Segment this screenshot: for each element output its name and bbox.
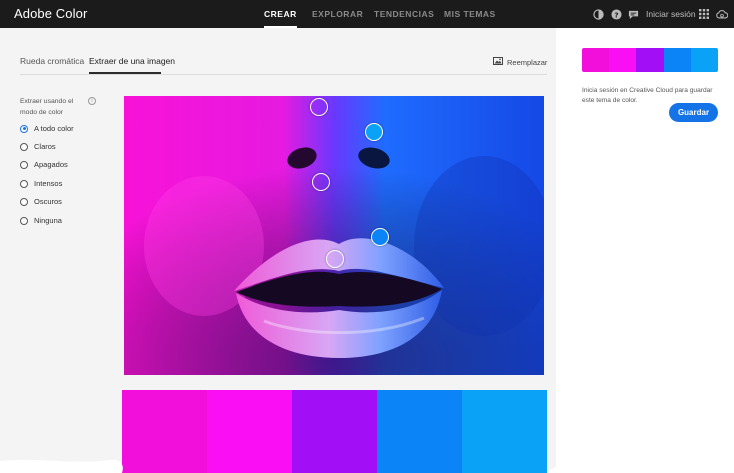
contrast-icon[interactable] [592,8,604,20]
info-icon[interactable]: i [88,97,96,105]
radio-selected-icon[interactable] [20,124,28,133]
mode-option-label: Intensos [34,179,63,188]
creative-cloud-icon[interactable] [716,8,728,20]
mode-option-label: A todo color [34,124,74,133]
app-title[interactable]: Adobe Color [14,6,87,21]
mode-option-apagados[interactable]: Apagados [20,160,68,169]
mode-option-label: Ninguna [34,216,62,225]
color-picker-handle-2[interactable] [365,123,383,141]
color-picker-handle-4[interactable] [371,228,389,246]
torn-edge-decoration [0,459,734,473]
replace-label: Reemplazar [507,57,548,67]
theme-preview-swatches [582,48,718,72]
mode-option-label: Claros [34,142,56,151]
mode-option-ninguna[interactable]: Ninguna [20,216,62,225]
radio-icon[interactable] [20,160,28,169]
apps-grid-icon[interactable] [698,8,710,20]
radio-icon[interactable] [20,216,28,225]
radio-icon[interactable] [20,197,28,206]
color-picker-handle-5[interactable] [326,250,344,268]
color-picker-handle-1[interactable] [310,98,328,116]
top-bar: Adobe Color CREAR EXPLORAR TENDENCIAS MI… [0,0,734,28]
preview-swatch-2 [609,48,637,72]
tabs-divider [20,74,547,75]
tab-extraer-imagen[interactable]: Extraer de una imagen [89,56,175,66]
preview-swatch-5 [690,48,718,72]
tab-rueda-cromatica[interactable]: Rueda cromática [20,56,84,66]
preview-swatch-4 [663,48,691,72]
color-picker-handle-3[interactable] [312,173,330,191]
save-button[interactable]: Guardar [669,103,718,122]
signin-link[interactable]: Iniciar sesión [646,9,696,19]
mode-option-intensos[interactable]: Intensos [20,179,62,188]
color-mode-title: Extraer usando el modo de color [20,98,74,116]
svg-text:?: ? [614,10,618,19]
source-photo[interactable] [124,96,544,375]
radio-icon[interactable] [20,142,28,151]
nav-tendencias[interactable]: TENDENCIAS [374,9,434,19]
nav-crear[interactable]: CREAR [264,9,297,28]
replace-image-button[interactable]: Reemplazar [493,57,547,67]
radio-icon[interactable] [20,179,28,188]
mode-option-label: Oscuros [34,197,62,206]
mode-option-claros[interactable]: Claros [20,142,56,151]
help-icon[interactable]: ? [610,8,622,20]
mode-option-a-todo-color[interactable]: A todo color [20,124,74,133]
nav-explorar[interactable]: EXPLORAR [312,9,363,19]
preview-swatch-1 [582,48,610,72]
nav-mis-temas[interactable]: MIS TEMAS [444,9,496,19]
preview-swatch-3 [636,48,664,72]
mode-option-oscuros[interactable]: Oscuros [20,197,62,206]
image-icon [493,57,503,67]
lips-photo-illustration [124,96,544,375]
mode-option-label: Apagados [34,160,68,169]
chat-icon[interactable] [627,8,639,20]
